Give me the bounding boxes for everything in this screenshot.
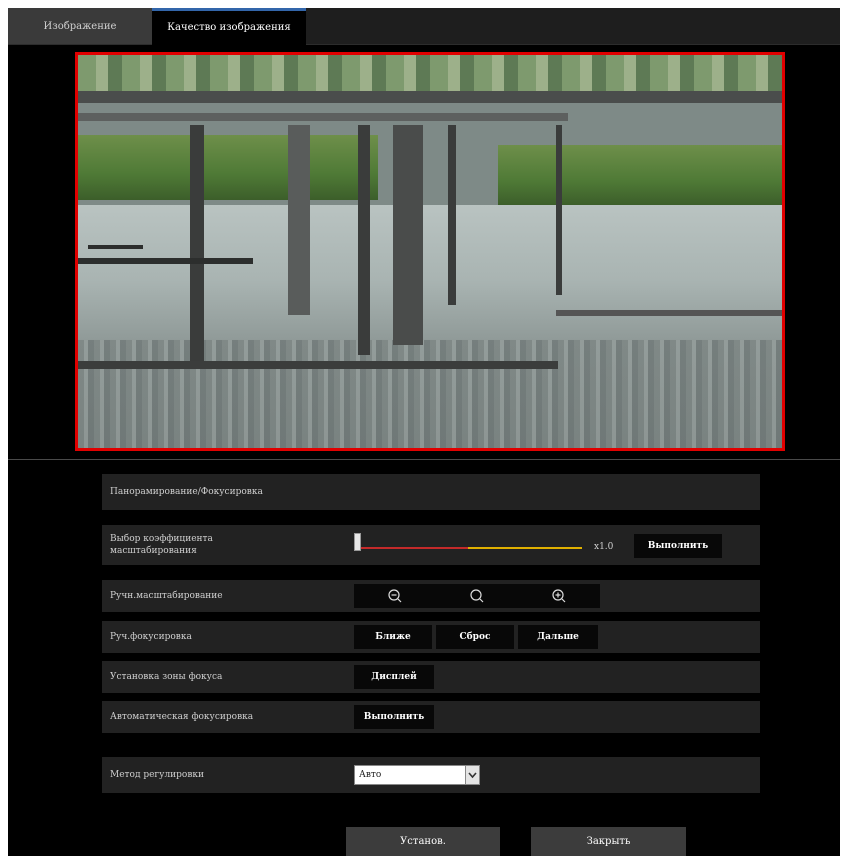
set-button[interactable]: Установ. xyxy=(346,827,500,856)
camera-preview[interactable] xyxy=(75,52,785,451)
close-button[interactable]: Закрыть xyxy=(531,827,686,856)
zoom-slider-track-red xyxy=(356,547,468,549)
preview-beam xyxy=(78,91,782,103)
auto-focus-execute-button[interactable]: Выполнить xyxy=(354,705,434,729)
zoom-slider-thumb[interactable] xyxy=(354,533,361,551)
section-title: Панорамирование/Фокусировка xyxy=(110,487,263,497)
tab-bar: Изображение Качество изображения xyxy=(8,8,840,47)
zoom-execute-button[interactable]: Выполнить xyxy=(634,534,722,558)
settings-window: Изображение Качество изображения Панорам… xyxy=(8,8,840,856)
chevron-down-icon[interactable] xyxy=(465,766,479,784)
preview-pillar xyxy=(393,125,423,345)
tab-image-quality[interactable]: Качество изображения xyxy=(152,8,306,47)
preview-chair xyxy=(88,245,143,249)
tab-image[interactable]: Изображение xyxy=(8,8,152,44)
manual-zoom-row: Ручн.масштабирование xyxy=(102,580,760,612)
auto-focus-label: Автоматическая фокусировка xyxy=(110,712,254,722)
zoom-ratio-row: Выбор коэффициента масштабирования x1.0 … xyxy=(102,525,760,565)
zoom-slider-track-yellow xyxy=(468,547,582,549)
adjust-method-row: Метод регулировки Авто xyxy=(102,757,760,793)
zoom-slider[interactable] xyxy=(354,531,584,557)
zoom-out-button[interactable] xyxy=(354,584,436,608)
section-title-row: Панорамирование/Фокусировка xyxy=(102,474,760,510)
focus-reset-button[interactable]: Сброс xyxy=(436,625,514,649)
auto-focus-row: Автоматическая фокусировка Выполнить xyxy=(102,701,760,733)
adjust-method-select[interactable]: Авто xyxy=(354,765,480,785)
manual-focus-row: Руч.фокусировка Ближе Сброс Дальше xyxy=(102,621,760,653)
focus-far-button[interactable]: Дальше xyxy=(518,625,598,649)
adjust-method-label: Метод регулировки xyxy=(110,770,205,780)
manual-zoom-label: Ручн.масштабирование xyxy=(110,591,223,601)
preview-beam xyxy=(78,113,568,121)
zoom-value: x1.0 xyxy=(594,542,614,552)
zoom-ratio-label: Выбор коэффициента масштабирования xyxy=(110,534,213,556)
focus-area-label: Установка зоны фокуса xyxy=(110,672,223,682)
zoom-in-icon xyxy=(552,589,566,603)
preview-pillar xyxy=(448,125,456,305)
focus-near-button[interactable]: Ближе xyxy=(354,625,432,649)
preview-pillar xyxy=(556,125,562,295)
preview-trees xyxy=(498,145,782,205)
zoom-out-icon xyxy=(388,589,402,603)
preview-rail xyxy=(78,361,558,369)
manual-focus-label: Руч.фокусировка xyxy=(110,632,192,642)
zoom-reset-icon xyxy=(470,589,484,603)
preview-reflection xyxy=(78,340,782,448)
preview-pillar xyxy=(358,125,370,355)
zoom-in-button[interactable] xyxy=(518,584,600,608)
preview-table xyxy=(78,258,253,264)
adjust-method-value: Авто xyxy=(359,770,382,780)
section-divider xyxy=(8,459,840,460)
focus-area-display-button[interactable]: Дисплей xyxy=(354,665,434,689)
zoom-reset-button[interactable] xyxy=(436,584,518,608)
preview-rail xyxy=(556,310,782,316)
preview-pillar xyxy=(288,125,310,315)
preview-pillar xyxy=(190,125,204,365)
preview-trees xyxy=(78,135,378,200)
focus-area-row: Установка зоны фокуса Дисплей xyxy=(102,661,760,693)
